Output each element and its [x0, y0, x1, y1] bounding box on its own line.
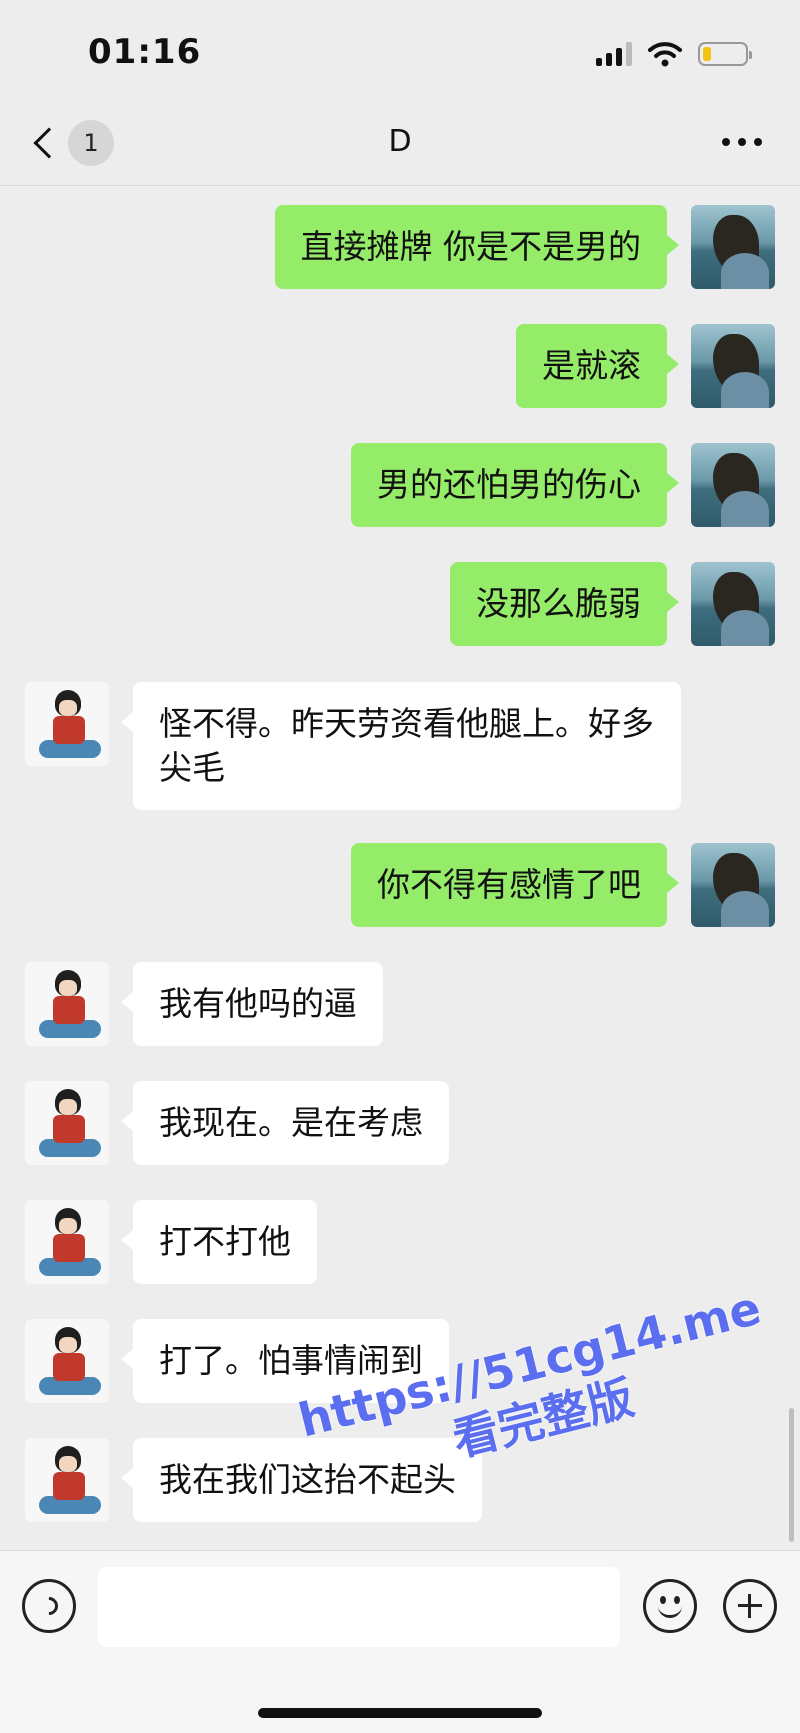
avatar-self[interactable]: [691, 843, 775, 927]
avatar-self[interactable]: [691, 562, 775, 646]
more-actions-button[interactable]: [723, 1579, 777, 1633]
chat-title: D: [388, 124, 412, 159]
input-bar: [0, 1550, 800, 1733]
status-time: 01:16: [88, 32, 202, 72]
avatar-self[interactable]: [691, 443, 775, 527]
wifi-icon: [648, 42, 682, 67]
status-icons: [596, 40, 752, 68]
message-bubble-received[interactable]: 我现在。是在考虑: [121, 1081, 449, 1165]
scrollbar[interactable]: [789, 1408, 794, 1542]
cellular-signal-icon: [596, 42, 632, 66]
avatar-contact[interactable]: [25, 682, 109, 766]
avatar-contact[interactable]: [25, 1438, 109, 1522]
emoji-button[interactable]: [643, 1579, 697, 1633]
more-options-button[interactable]: [722, 138, 762, 146]
message-bubble-sent[interactable]: 你不得有感情了吧: [351, 843, 679, 927]
more-dots-icon: [722, 138, 730, 146]
message-bubble-received[interactable]: 我有他吗的逼: [121, 962, 383, 1046]
message-input[interactable]: [98, 1567, 620, 1647]
home-indicator[interactable]: [258, 1708, 542, 1718]
avatar-self[interactable]: [691, 205, 775, 289]
message-bubble-received[interactable]: 怪不得。昨天劳资看他腿上。好多尖毛: [121, 682, 681, 810]
avatar-self[interactable]: [691, 324, 775, 408]
battery-icon: [698, 42, 752, 66]
avatar-contact[interactable]: [25, 1081, 109, 1165]
message-bubble-sent[interactable]: 男的还怕男的伤心: [351, 443, 679, 527]
avatar-contact[interactable]: [25, 1200, 109, 1284]
chat-header: 1 D: [0, 100, 800, 186]
voice-input-button[interactable]: [22, 1579, 76, 1633]
message-bubble-received[interactable]: 打不打他: [121, 1200, 317, 1284]
battery-level: [703, 47, 711, 61]
message-bubble-sent[interactable]: 直接摊牌 你是不是男的: [274, 205, 679, 289]
avatar-contact[interactable]: [25, 1319, 109, 1403]
message-bubble-sent[interactable]: 没那么脆弱: [450, 562, 679, 646]
emoji-icon: [660, 1596, 666, 1604]
status-bar: 01:16: [0, 0, 800, 100]
avatar-contact[interactable]: [25, 962, 109, 1046]
message-bubble-sent[interactable]: 是就滚: [516, 324, 679, 408]
voice-icon: [36, 1593, 62, 1619]
